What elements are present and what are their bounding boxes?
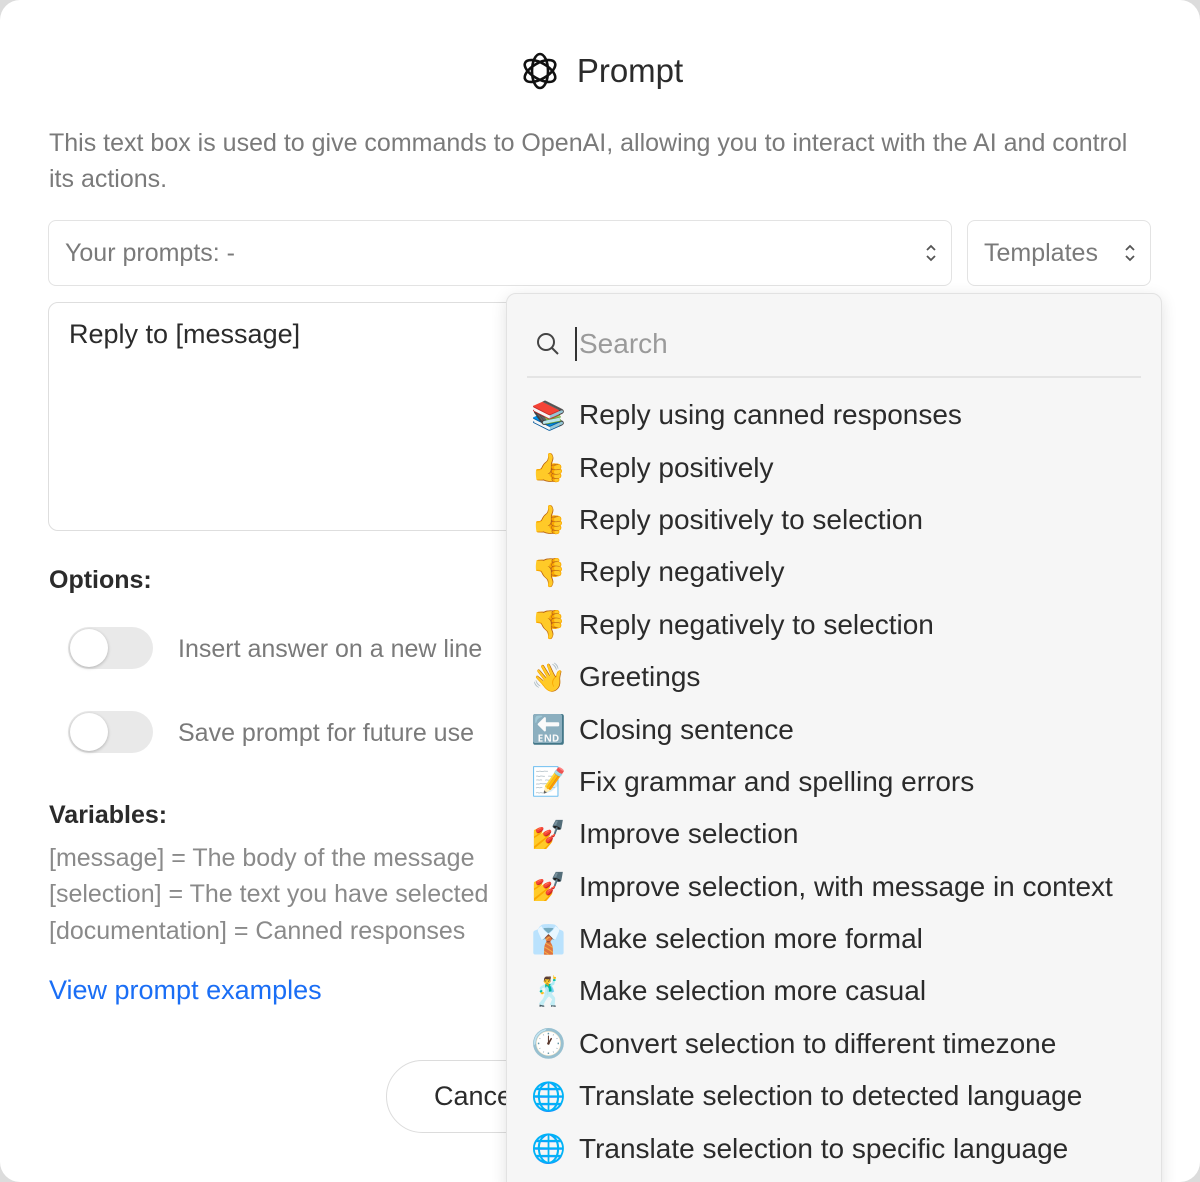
template-item-label: Translate selection to specific language	[579, 1132, 1069, 1164]
template-emoji-icon: 👎	[531, 609, 566, 641]
template-search	[527, 312, 1141, 378]
prompt-dialog: Prompt This text box is used to give com…	[0, 0, 1200, 1182]
template-item[interactable]: 🔚 Closing sentence	[531, 703, 1113, 755]
insert-new-line-toggle[interactable]	[68, 627, 153, 669]
template-item-label: Make selection more casual	[579, 975, 927, 1007]
template-emoji-icon: 🌐	[531, 1133, 566, 1165]
template-item[interactable]: 🕐 Convert selection to different timezone	[531, 1018, 1113, 1070]
template-emoji-icon: 🌐	[531, 1080, 566, 1112]
template-item-label: Greetings	[579, 661, 701, 693]
template-emoji-icon: 👍	[531, 452, 566, 484]
templates-label: Templates	[984, 238, 1098, 267]
dialog-description: This text box is used to give commands t…	[49, 129, 1128, 193]
template-emoji-icon: 🔚	[531, 714, 566, 746]
template-emoji-icon: 👎	[531, 556, 566, 588]
view-prompt-examples-link[interactable]: View prompt examples	[49, 975, 322, 1006]
prompt-textarea[interactable]: Reply to [message]	[48, 302, 548, 531]
insert-new-line-label: Insert answer on a new line	[178, 635, 483, 663]
template-item[interactable]: 👎 Reply negatively to selection	[531, 599, 1113, 651]
template-item-label: Fix grammar and spelling errors	[579, 765, 975, 797]
dialog-title: Prompt	[576, 52, 684, 89]
your-prompts-value: Your prompts: -	[65, 238, 235, 267]
variable-message: [message] = The body of the message	[49, 844, 475, 872]
template-emoji-icon: 👔	[531, 923, 566, 955]
template-item-label: Reply negatively to selection	[579, 608, 934, 640]
templates-select[interactable]: Templates	[967, 220, 1151, 286]
variables-heading: Variables:	[49, 801, 168, 829]
template-item[interactable]: 👎 Reply negatively	[531, 546, 1113, 598]
template-item-label: Translate selection to detected language	[579, 1080, 1083, 1112]
template-item-label: Closing sentence	[579, 713, 794, 745]
template-emoji-icon: 📚	[531, 399, 566, 431]
your-prompts-select[interactable]: Your prompts: -	[48, 220, 952, 286]
chevron-up-down-icon	[926, 244, 936, 262]
template-item[interactable]: 🌐 Translate selection to detected languag…	[531, 1070, 1113, 1122]
dialog-header: Prompt	[0, 48, 1200, 94]
templates-dropdown: 📚 Reply using canned responses 👍 Reply posi…	[506, 293, 1162, 1182]
template-emoji-icon: 📝	[531, 766, 566, 798]
template-item[interactable]: 💅 Improve selection	[531, 808, 1113, 860]
template-item[interactable]: 🌐 Translate selection to specific languag…	[531, 1122, 1113, 1174]
template-item-label: Improve selection, with message in conte…	[579, 870, 1113, 902]
template-item[interactable]: 🕺 Make selection more casual	[531, 965, 1113, 1017]
template-item[interactable]: 👋 Greetings	[531, 651, 1113, 703]
template-item[interactable]: 📝 Fix grammar and spelling errors	[531, 756, 1113, 808]
template-emoji-icon: 💅	[531, 818, 566, 850]
template-emoji-icon: 👋	[531, 661, 566, 693]
template-item-label: Reply using canned responses	[579, 399, 962, 431]
template-emoji-icon: 🕐	[531, 1028, 566, 1060]
template-item[interactable]: 💅 Improve selection, with message in cont…	[531, 861, 1113, 913]
template-search-input[interactable]	[575, 327, 1081, 361]
openai-logo-icon	[523, 52, 557, 90]
chevron-up-down-icon	[1125, 244, 1135, 262]
template-item-label: Reply negatively	[579, 556, 785, 588]
variable-documentation: [documentation] = Canned responses	[49, 917, 466, 945]
template-item-label: Improve selection	[579, 818, 799, 850]
template-item[interactable]: 👔 Make selection more formal	[531, 913, 1113, 965]
options-heading: Options:	[49, 566, 152, 594]
template-item-label: Make selection more formal	[579, 923, 923, 955]
template-list: 📚 Reply using canned responses 👍 Reply posi…	[531, 389, 1113, 1175]
variable-selection: [selection] = The text you have selected	[49, 880, 489, 908]
template-emoji-icon: 👍	[531, 504, 566, 536]
template-item[interactable]: 👍 Reply positively to selection	[531, 494, 1113, 546]
template-item-label: Reply positively	[579, 451, 774, 483]
save-prompt-label: Save prompt for future use	[178, 719, 474, 747]
template-item-label: Reply positively to selection	[579, 503, 923, 535]
template-item[interactable]: 📚 Reply using canned responses	[531, 389, 1113, 441]
template-emoji-icon: 💅	[531, 871, 566, 903]
template-item-label: Convert selection to different timezone	[579, 1027, 1057, 1059]
template-item[interactable]: 👍 Reply positively	[531, 441, 1113, 493]
save-prompt-toggle[interactable]	[68, 711, 153, 753]
search-icon	[537, 333, 559, 355]
template-emoji-icon: 🕺	[531, 975, 566, 1007]
